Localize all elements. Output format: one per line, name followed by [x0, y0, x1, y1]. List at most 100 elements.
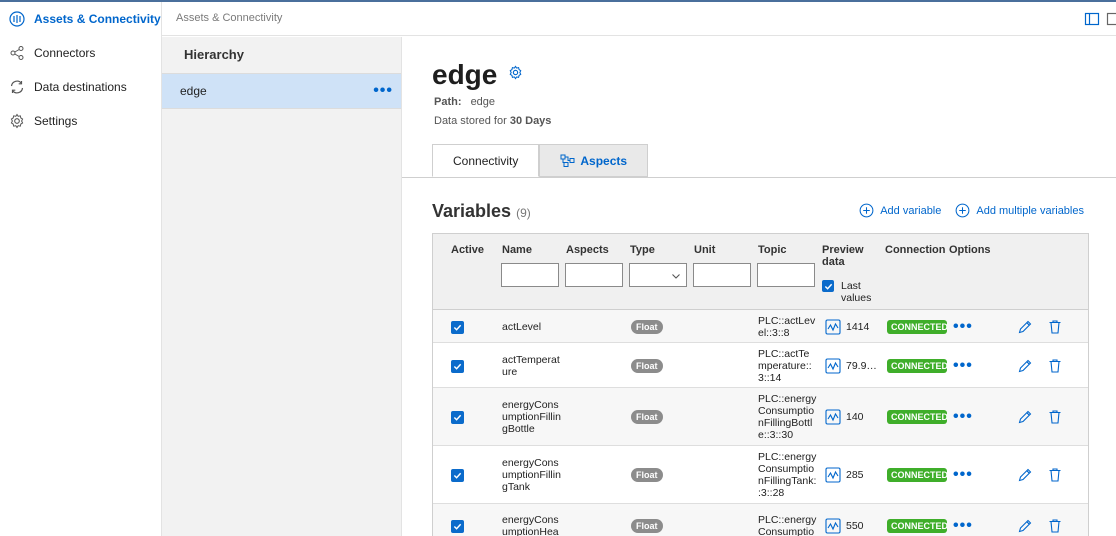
chart-preview-icon[interactable] — [825, 409, 841, 425]
nav-item-assets-connectivity[interactable]: Assets & Connectivity — [0, 2, 161, 36]
active-checkbox[interactable] — [451, 469, 464, 482]
page-title: edge — [432, 59, 498, 90]
preview-line2: data — [822, 256, 845, 268]
type-badge: Float — [631, 468, 663, 482]
add-variable-button[interactable]: Add variable — [859, 203, 941, 218]
connection-status-badge: CONNECTED — [887, 519, 947, 533]
panel-toggle-icon[interactable] — [1084, 11, 1100, 30]
table-row[interactable]: actTemperat ure Float PLC::actTe mperature… — [433, 343, 1088, 388]
gear-icon — [8, 112, 26, 130]
topic-line: Consumptio — [758, 405, 815, 417]
delete-trash-icon[interactable] — [1047, 518, 1063, 536]
column-header-topic[interactable]: Topic — [758, 244, 787, 256]
last-values-checkbox[interactable] — [822, 280, 834, 292]
topic-line: mperature:: — [758, 359, 812, 372]
column-header-active: Active — [451, 244, 485, 256]
tab-aspects[interactable]: Aspects — [539, 144, 649, 177]
name-filter-input[interactable] — [501, 263, 559, 287]
unit-filter-input[interactable] — [693, 263, 751, 287]
topic-filter-input[interactable] — [757, 263, 815, 287]
row-options-icon[interactable]: ••• — [953, 357, 973, 373]
variable-name: energyCons umptionFillin gTank — [502, 457, 561, 493]
breadcrumb[interactable]: Assets & Connectivity — [176, 12, 282, 24]
connection-status-badge: CONNECTED — [887, 358, 947, 373]
name-line: umptionHea — [502, 526, 559, 536]
more-options-icon[interactable]: ••• — [373, 83, 393, 99]
row-options-icon[interactable]: ••• — [953, 518, 973, 534]
chart-preview-icon[interactable] — [825, 357, 841, 374]
aspects-filter-input[interactable] — [565, 263, 623, 287]
asset-path: Path: edge — [434, 96, 495, 108]
chart-preview-icon[interactable] — [825, 467, 841, 483]
table-row[interactable]: actLevel Float PLC::actLev el::3::8 1414 … — [433, 310, 1088, 343]
variable-name: energyCons umptionHea — [502, 514, 559, 536]
row-options-icon[interactable]: ••• — [953, 318, 973, 334]
stored-prefix: Data stored for — [434, 115, 507, 127]
edit-pencil-icon[interactable] — [1017, 358, 1033, 377]
preview-data: 140 — [825, 409, 864, 425]
variables-heading: Variables (9) — [432, 201, 531, 222]
nav-item-connectors[interactable]: Connectors — [0, 36, 161, 70]
window-icon[interactable] — [1106, 11, 1116, 30]
table-row[interactable]: energyCons umptionHea Float PLC::energy Co… — [433, 504, 1088, 536]
active-checkbox[interactable] — [451, 520, 464, 533]
column-header-unit[interactable]: Unit — [694, 244, 715, 256]
add-multiple-variables-button[interactable]: Add multiple variables — [955, 203, 1084, 218]
active-checkbox[interactable] — [451, 411, 464, 424]
tab-connectivity[interactable]: Connectivity — [432, 144, 540, 177]
topic-line: Consumptio — [758, 526, 815, 536]
last-values-line2: values — [841, 292, 872, 304]
active-checkbox[interactable] — [451, 320, 464, 334]
type-badge: Float — [631, 519, 663, 533]
name-line: energyCons — [502, 399, 559, 411]
variable-actions: Add variable Add multiple variables — [859, 203, 1084, 218]
column-header-type[interactable]: Type — [630, 244, 655, 256]
type-badge: Float — [631, 358, 663, 373]
name-line: gTank — [502, 481, 531, 493]
type-filter-select[interactable] — [629, 263, 687, 287]
edit-pencil-icon[interactable] — [1017, 319, 1033, 338]
plus-circle-icon — [859, 203, 874, 218]
edit-pencil-icon[interactable] — [1017, 409, 1033, 428]
topic-line: el::3::8 — [758, 326, 790, 339]
column-header-connection[interactable]: Connection — [885, 244, 946, 256]
preview-data: 1414 — [825, 318, 869, 335]
hierarchy-item-edge[interactable]: edge ••• — [162, 73, 401, 109]
nav-item-label: Assets & Connectivity — [34, 12, 161, 26]
main-content: edge Path: edge Data stored for 30 Days … — [402, 37, 1116, 536]
variables-title: Variables — [432, 201, 512, 221]
delete-trash-icon[interactable] — [1047, 358, 1063, 377]
tab-bar: Connectivity Aspects — [432, 144, 649, 177]
last-values-line1: Last — [841, 280, 861, 292]
nav-item-data-destinations[interactable]: Data destinations — [0, 70, 161, 104]
asset-settings-icon[interactable] — [508, 65, 523, 83]
chart-preview-icon[interactable] — [825, 518, 841, 534]
aspects-icon — [560, 154, 575, 167]
connection-status-badge: CONNECTED — [887, 410, 947, 424]
delete-trash-icon[interactable] — [1047, 467, 1063, 486]
edit-pencil-icon[interactable] — [1017, 467, 1033, 486]
last-value: 285 — [846, 469, 864, 481]
delete-trash-icon[interactable] — [1047, 319, 1063, 338]
topic-line: 3::14 — [758, 371, 782, 384]
column-header-name[interactable]: Name — [502, 244, 532, 256]
delete-trash-icon[interactable] — [1047, 409, 1063, 428]
variable-name: actLevel — [502, 321, 541, 333]
row-options-icon[interactable]: ••• — [953, 409, 973, 425]
topic-line: Consumptio — [758, 463, 815, 475]
preview-line1: Preview — [822, 244, 864, 256]
row-options-icon[interactable]: ••• — [953, 467, 973, 483]
hierarchy-item-label: edge — [180, 84, 207, 98]
variable-topic: PLC::actLev el::3::8 — [758, 315, 815, 339]
active-checkbox[interactable] — [451, 359, 464, 373]
topic-line: nFillingBottl — [758, 417, 813, 429]
edit-pencil-icon[interactable] — [1017, 518, 1033, 536]
column-header-aspects[interactable]: Aspects — [566, 244, 609, 256]
table-row[interactable]: energyCons umptionFillin gBottle Float PLC… — [433, 388, 1088, 446]
name-line: actTemperat — [502, 353, 560, 366]
table-row[interactable]: energyCons umptionFillin gTank Float PLC::… — [433, 446, 1088, 504]
share-nodes-icon — [8, 44, 26, 62]
variables-table: Active Name Aspects Type Unit Topic Prev… — [432, 233, 1089, 536]
nav-item-settings[interactable]: Settings — [0, 104, 161, 138]
chart-preview-icon[interactable] — [825, 318, 841, 335]
